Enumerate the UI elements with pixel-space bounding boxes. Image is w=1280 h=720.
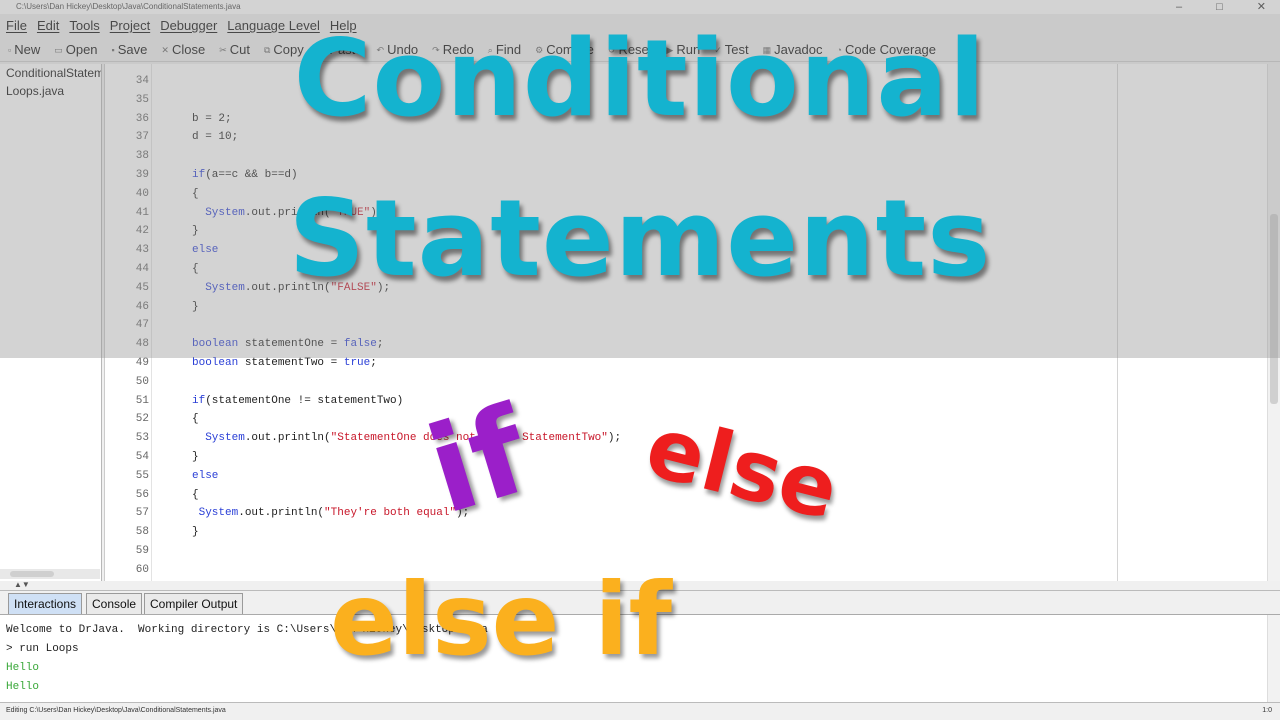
drjava-window: C:\Users\Dan Hickey\Desktop\Java\Conditi… [0, 0, 1280, 720]
line-number: 52 [135, 413, 149, 426]
code-text: System.out.println("They're both equal")… [198, 507, 470, 520]
line-number: 55 [135, 469, 149, 482]
code-text: System.out.println("StatementOne does no… [205, 432, 622, 445]
console-line: > run Loops [6, 643, 79, 655]
code-line[interactable]: 51 if(statementOne != statementTwo) [105, 392, 1205, 411]
code-line[interactable]: 58} [105, 523, 1205, 542]
tab-console[interactable]: Console [86, 593, 143, 614]
line-number: 53 [135, 432, 149, 445]
title-line-2: Statements [288, 177, 992, 300]
code-text: { [192, 488, 199, 501]
keyword-else-if-label: else if [330, 561, 673, 678]
line-number: 56 [135, 488, 149, 501]
line-number: 50 [135, 375, 149, 388]
interactions-scrollbar[interactable] [1267, 615, 1280, 702]
split-pane-divider[interactable]: ▲▼ [14, 580, 30, 589]
line-number: 58 [135, 526, 149, 539]
tab-interactions[interactable]: Interactions [8, 593, 83, 614]
cursor-position: 1:0 [1262, 707, 1272, 714]
code-text: if(statementOne != statementTwo) [192, 394, 404, 407]
line-number: 54 [135, 451, 149, 463]
code-line[interactable]: 57 System.out.println("They're both equa… [105, 504, 1205, 523]
title-line-1: Conditional [293, 17, 987, 140]
line-number: 57 [135, 507, 149, 520]
status-bar: Editing C:\Users\Dan Hickey\Desktop\Java… [0, 702, 1280, 720]
console-line: Hello [6, 662, 40, 674]
code-line[interactable]: 50 [105, 373, 1205, 392]
status-text: Editing C:\Users\Dan Hickey\Desktop\Java… [6, 707, 226, 714]
code-text: } [192, 451, 199, 463]
sidebar-horizontal-scrollbar[interactable] [0, 569, 100, 579]
code-text: else [192, 469, 219, 482]
line-number: 59 [135, 545, 149, 557]
console-line: Hello [6, 681, 40, 693]
code-text: } [192, 526, 199, 539]
line-number: 60 [135, 563, 149, 576]
tab-compiler-output[interactable]: Compiler Output [144, 593, 244, 614]
code-text: { [192, 413, 199, 426]
code-line[interactable]: 59 [105, 542, 1205, 561]
line-number: 51 [135, 394, 149, 407]
